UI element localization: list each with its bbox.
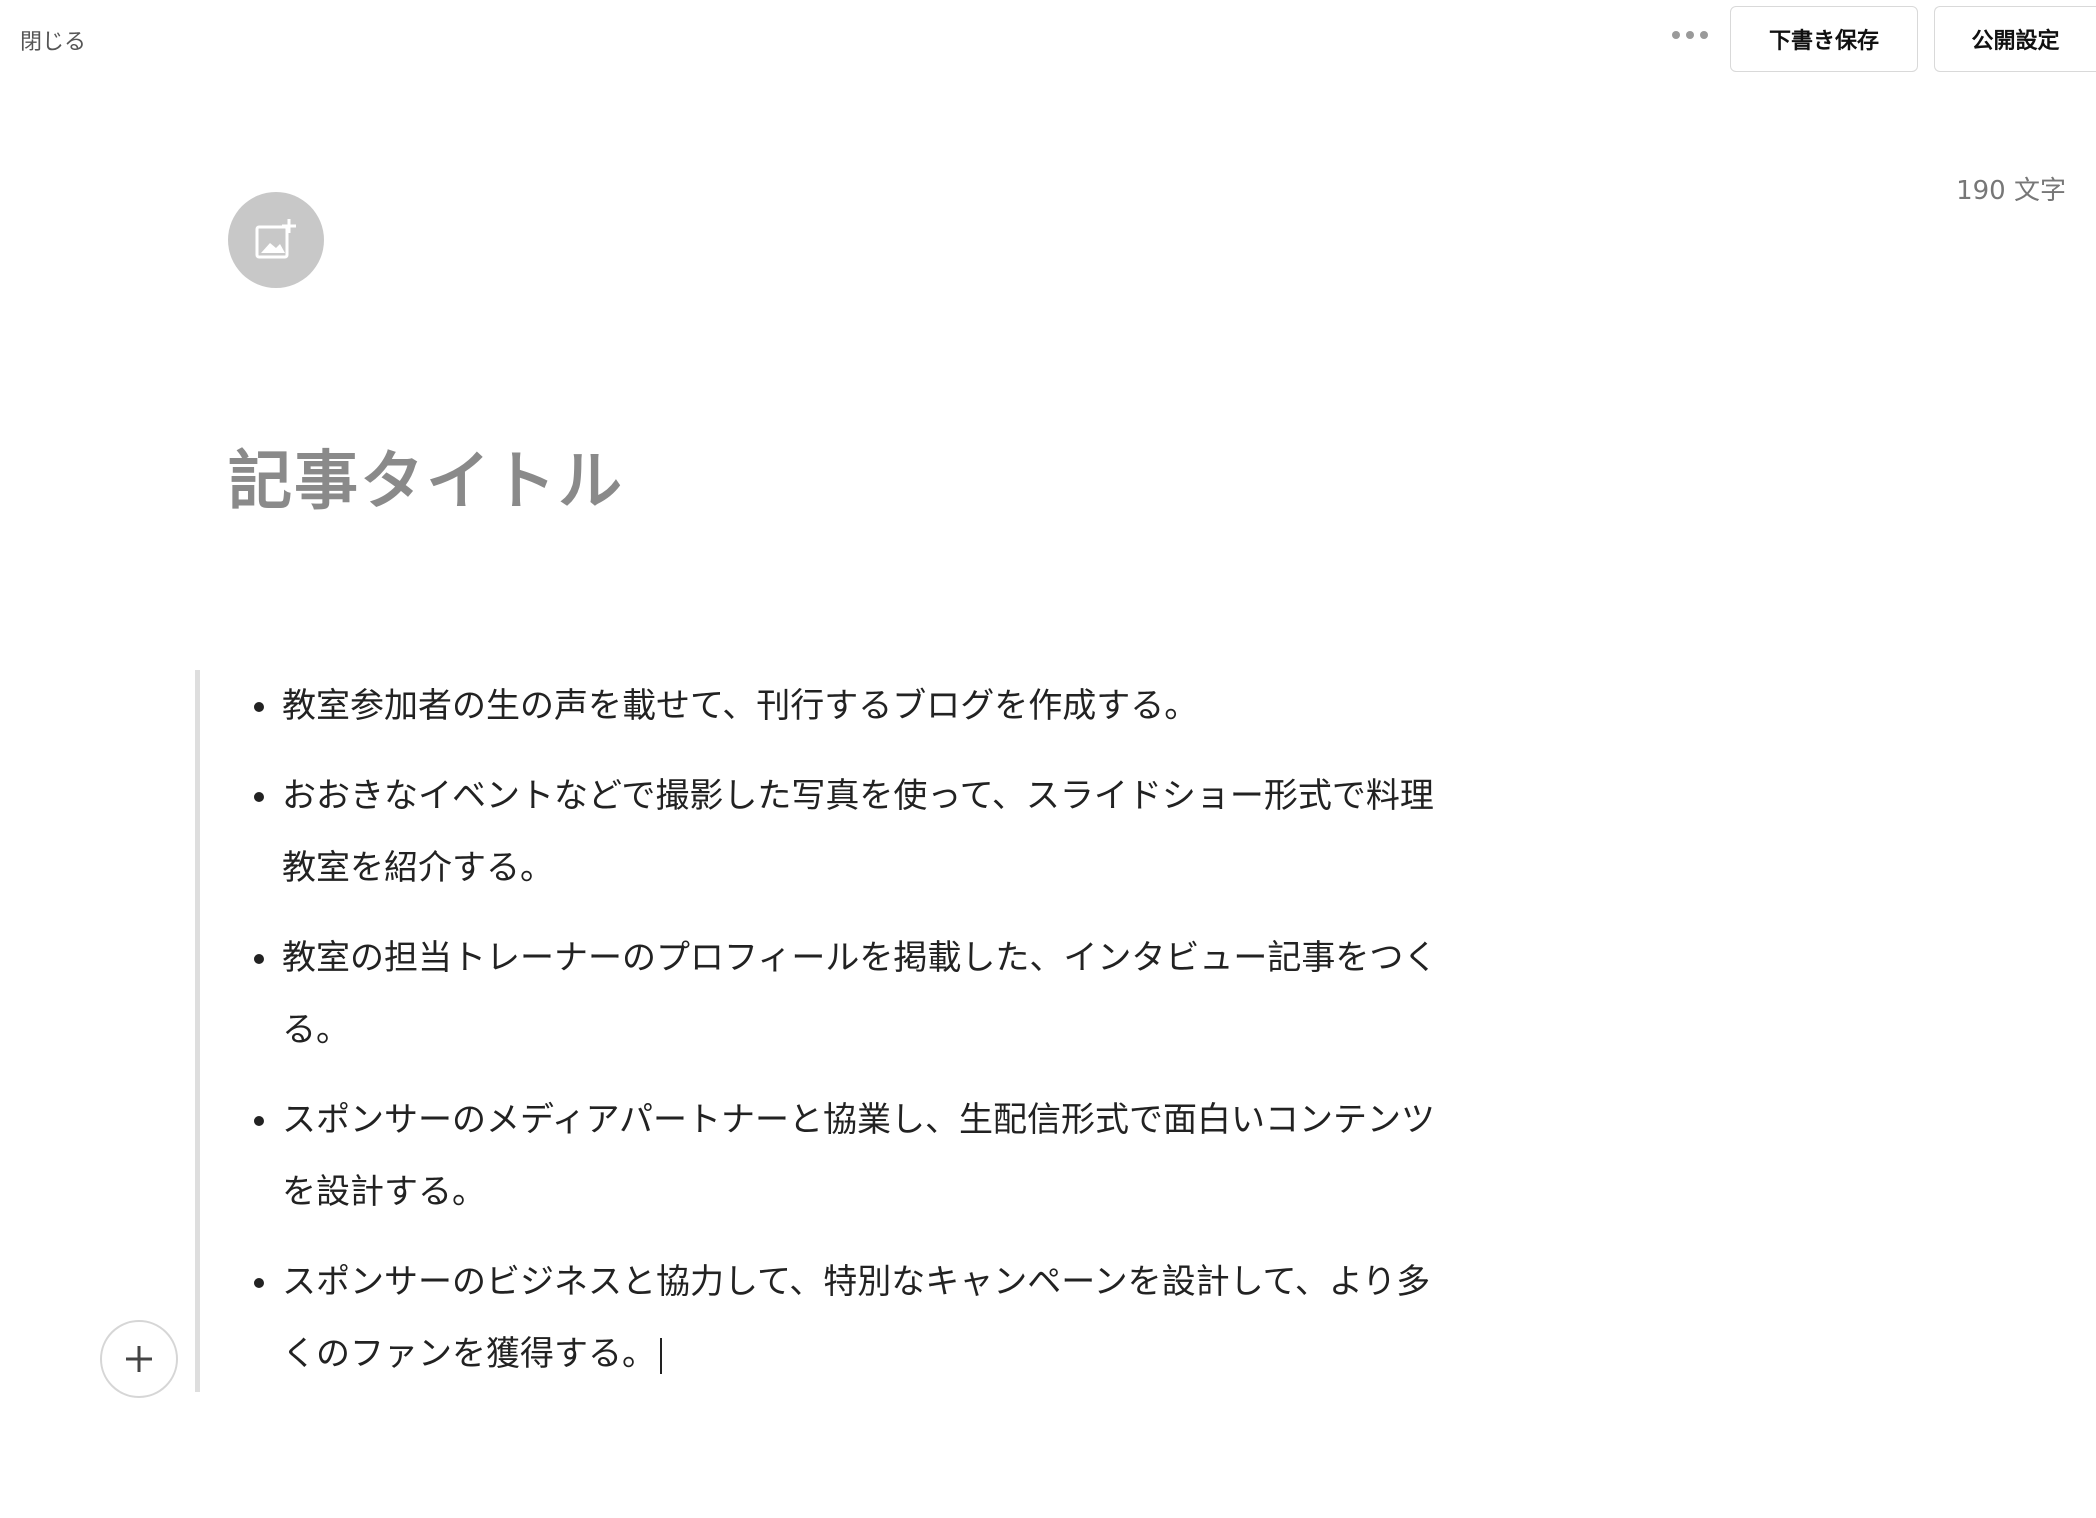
more-dot	[1672, 31, 1680, 39]
list-item[interactable]: スポンサーのビジネスと協力して、特別なキャンペーンを設計して、より多くのファンを…	[254, 1246, 1462, 1390]
list-item[interactable]: 教室参加者の生の声を載せて、刊行するブログを作成する。	[254, 670, 1462, 742]
text-caret	[660, 1338, 662, 1374]
list-item[interactable]: スポンサーのメディアパートナーと協業し、生配信形式で面白いコンテンツを設計する。	[254, 1084, 1462, 1228]
bullet-icon	[254, 954, 264, 964]
save-draft-button[interactable]: 下書き保存	[1730, 6, 1918, 72]
bullet-icon	[254, 702, 264, 712]
add-block-button[interactable]	[100, 1320, 178, 1398]
publish-settings-button[interactable]: 公開設定	[1934, 6, 2096, 72]
list-item-text: スポンサーのメディアパートナーと協業し、生配信形式で面白いコンテンツを設計する。	[282, 1100, 1435, 1212]
list-item-text: 教室の担当トレーナーのプロフィールを掲載した、インタビュー記事をつくる。	[282, 938, 1438, 1050]
add-image-button[interactable]	[228, 192, 324, 288]
more-horizontal-icon[interactable]	[1672, 20, 1708, 50]
bullet-list: 教室参加者の生の声を載せて、刊行するブログを作成する。 おおきなイベントなどで撮…	[200, 670, 1495, 1390]
close-button[interactable]: 閉じる	[20, 24, 86, 56]
add-image-icon	[255, 219, 296, 259]
list-item-text: スポンサーのビジネスと協力して、特別なキャンペーンを設計して、より多くのファンを…	[282, 1262, 1431, 1374]
article-body[interactable]: 教室参加者の生の声を載せて、刊行するブログを作成する。 おおきなイベントなどで撮…	[195, 670, 1495, 1392]
more-dot	[1700, 31, 1708, 39]
bullet-icon	[254, 792, 264, 802]
list-item-text: おおきなイベントなどで撮影した写真を使って、スライドショー形式で料理教室を紹介す…	[282, 776, 1434, 888]
bullet-icon	[254, 1278, 264, 1288]
top-bar: 閉じる 下書き保存 公開設定	[0, 0, 2096, 80]
bullet-icon	[254, 1116, 264, 1126]
character-count: 190 文字	[1956, 176, 2066, 206]
more-dot	[1686, 31, 1694, 39]
list-item-text: 教室参加者の生の声を載せて、刊行するブログを作成する。	[282, 686, 1199, 726]
list-item[interactable]: 教室の担当トレーナーのプロフィールを掲載した、インタビュー記事をつくる。	[254, 922, 1462, 1066]
list-item[interactable]: おおきなイベントなどで撮影した写真を使って、スライドショー形式で料理教室を紹介す…	[254, 760, 1462, 904]
plus-icon	[126, 1346, 152, 1372]
article-title-input[interactable]: 記事タイトル	[228, 430, 624, 522]
